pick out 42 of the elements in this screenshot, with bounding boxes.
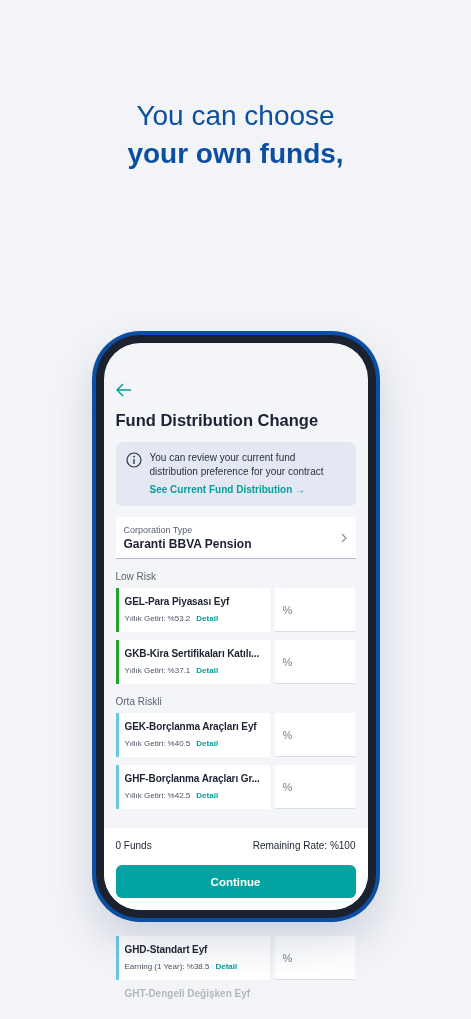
fund-name: GEK-Borçlanma Araçları Eyf [124,720,258,733]
percent-input[interactable]: % [274,936,355,980]
chevron-icon [340,533,348,543]
remaining-rate: Remaining Rate: %100 [252,840,356,851]
fund-distribution-link[interactable]: See Current Fund Distribution → [149,484,306,495]
continue-button[interactable]: Continue [115,865,356,898]
group-title: Low Risk [115,571,158,582]
field-value: Garanti BBVA Pension [123,537,253,551]
fund-name: GEL-Para Piyasası Eyf [124,595,231,608]
detail-link[interactable]: Detail [196,614,219,623]
group-title: Orta Riskli [115,696,163,707]
fund-earning: Yıllık Getiri: %53.2 [124,614,191,623]
page-title: Fund Distribution Change [115,411,320,430]
detail-link[interactable]: Detail [196,791,219,800]
fund-earning: Yıllık Getiri: %37.1 [124,666,191,675]
fund-card[interactable]: GKB-Kira Sertifikaları Katılı... Yıllık Getiri: %37.1 Detail [115,640,270,684]
field-label: Corporation Type [123,525,194,535]
fund-card[interactable]: GHF-Borçlanma Araçları Gr... Yıllık Getiri: %42.5 Detail [115,765,270,809]
fund-earning: Yıllık Getiri: %40.5 [124,739,191,748]
headline: You can choose [136,99,335,133]
fund-card[interactable]: GEL-Para Piyasası Eyf Yıllık Getiri: %53.2 Detail [115,588,270,632]
percent-input[interactable]: % [274,765,355,809]
fund-name: GKB-Kira Sertifikaları Katılı... [124,647,261,660]
info-icon [125,452,142,468]
percent-input[interactable]: % [274,640,355,684]
fund-card[interactable]: GEK-Borçlanma Araçları Eyf Yıllık Getiri: %40.5 Detail [115,713,270,757]
detail-link[interactable]: Detail [196,739,219,748]
fund-name: GHF-Borçlanma Araçları Gr... [124,772,261,785]
percent-input[interactable]: % [274,588,355,632]
fund-count: 0 Funds [115,840,152,851]
fund-earning: Yıllık Getiri: %42.5 [124,791,191,800]
fund-name: GHT-Dengeli Değişken Eyf [123,988,252,999]
info-text: You can review your current fund distribution preference for your contract [149,451,325,479]
back-icon[interactable] [115,383,132,397]
headline: your own funds, [127,137,344,171]
fund-earning: Earning (1 Year): %38.5 [124,962,210,971]
percent-input[interactable]: % [274,713,355,757]
detail-link[interactable]: Detail [215,962,238,971]
corporation-select[interactable]: Corporation Type Garanti BBVA Pension [115,517,356,559]
fund-name: GHD-Standart Eyf [124,943,209,956]
fund-card[interactable]: GHD-Standart Eyf Earning (1 Year): %38.5 Detail [115,936,270,980]
detail-link[interactable]: Detail [196,666,219,675]
